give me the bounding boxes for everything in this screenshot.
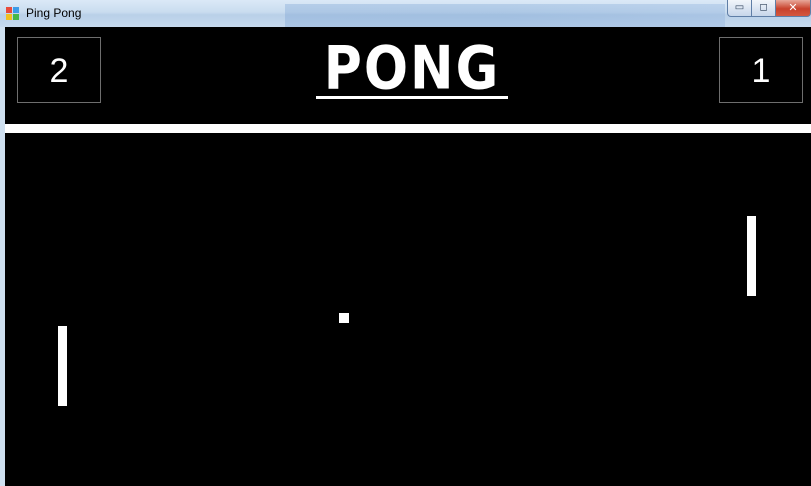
maximize-button[interactable]: ◻	[751, 0, 776, 17]
pong-logo: PONG	[323, 34, 501, 104]
game-area[interactable]: 2 PONG 1	[5, 27, 811, 486]
ball	[339, 313, 349, 323]
window-titlebar[interactable]: Ping Pong ▭ ◻ ✕	[0, 0, 811, 27]
right-paddle	[747, 216, 756, 296]
player-left-score: 2	[17, 37, 101, 103]
maximize-icon: ◻	[759, 2, 768, 13]
minimize-icon: ▭	[734, 2, 745, 13]
titlebar-background-glass	[285, 4, 725, 27]
close-icon: ✕	[788, 1, 798, 14]
window-title: Ping Pong	[26, 6, 82, 20]
minimize-button[interactable]: ▭	[727, 0, 752, 17]
left-paddle	[58, 326, 67, 406]
close-button[interactable]: ✕	[775, 0, 811, 17]
app-icon[interactable]	[6, 7, 20, 20]
player-right-score: 1	[719, 37, 803, 103]
top-wall-divider	[5, 124, 811, 133]
logo-underline	[316, 96, 508, 99]
